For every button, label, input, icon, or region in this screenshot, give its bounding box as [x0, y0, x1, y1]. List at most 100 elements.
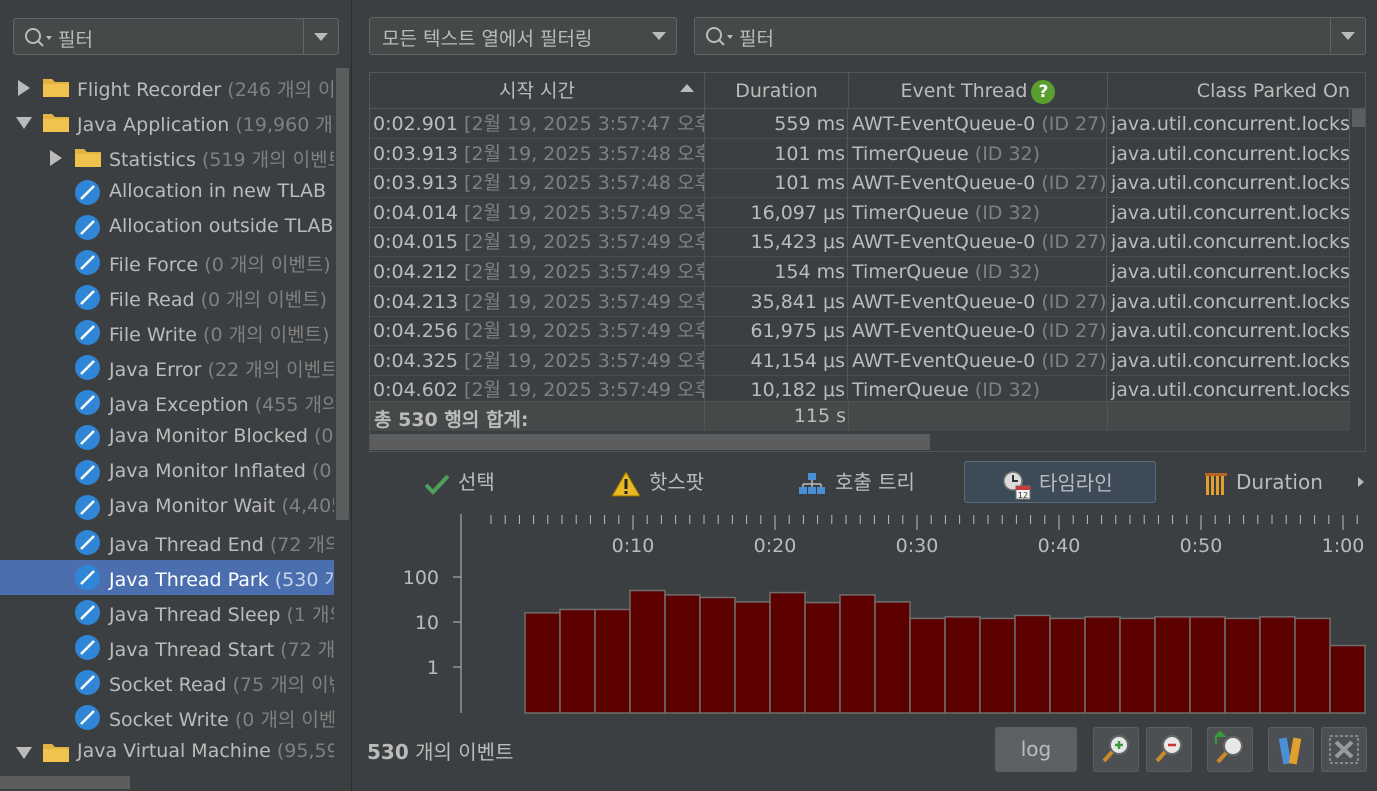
scrollbar-thumb[interactable] [336, 68, 349, 520]
tree-item[interactable]: Java Thread Park (530 개의 이벤트) [0, 560, 334, 595]
select-range-button[interactable] [1268, 727, 1314, 772]
tree-item[interactable]: Flight Recorder (246 개의 이벤트) [0, 70, 334, 105]
cell-event-thread: AWT-EventQueue-0 (ID 27) [849, 345, 1107, 375]
expand-arrow-down-icon[interactable] [16, 747, 32, 759]
filter-mode-value: 모든 텍스트 열에서 필터링 [382, 28, 593, 50]
warning-icon [611, 470, 641, 496]
tab-call-tree[interactable]: 호출 트리 [797, 461, 915, 503]
histogram-bar[interactable] [1329, 644, 1366, 714]
log-scale-toggle-button[interactable]: log [995, 727, 1077, 772]
histogram-bar[interactable] [1014, 614, 1051, 714]
tree-item[interactable]: Java Monitor Inflated (0 [0, 455, 334, 490]
histogram-bar[interactable] [559, 608, 596, 714]
histogram-bar[interactable] [874, 601, 911, 714]
histogram-bar[interactable] [909, 617, 946, 714]
tree-item[interactable]: Java Thread End (72 개의 이벤트) [0, 525, 334, 560]
expand-arrow-down-icon[interactable] [16, 117, 32, 129]
tree-item-label: Allocation outside TLAB [109, 215, 334, 237]
expand-arrow-right-icon[interactable] [18, 80, 30, 96]
tree-horizontal-scrollbar[interactable] [0, 774, 334, 791]
tree-item-label: Java Application (19,960 개의 이벤트) [77, 114, 334, 136]
histogram-bar[interactable] [1119, 617, 1156, 714]
tab-selection[interactable]: 선택 [424, 461, 495, 503]
histogram-bar[interactable] [839, 594, 876, 714]
histogram-bar[interactable] [944, 616, 981, 714]
table-filter-dropdown-button[interactable] [1330, 18, 1365, 53]
table-row[interactable]: 0:02.901 [2월 19, 2025 3:57:47 오후] 559 ms A… [370, 109, 1350, 139]
chevron-right-icon[interactable] [1358, 477, 1364, 487]
column-header-class-parked-on[interactable]: Class Parked On [1108, 73, 1350, 109]
histogram-bar[interactable] [629, 589, 666, 714]
histogram-bar[interactable] [664, 594, 701, 714]
tree-item[interactable]: Java Virtual Machine (95,597 [0, 735, 334, 770]
tree-item[interactable]: Allocation outside TLAB [0, 210, 334, 245]
table-row[interactable]: 0:04.015 [2월 19, 2025 3:57:49 오후] 15,423 … [370, 227, 1350, 258]
tree-item[interactable]: Java Monitor Blocked (0 [0, 420, 334, 455]
zoom-out-icon [1155, 735, 1182, 763]
histogram-bar[interactable] [979, 617, 1016, 714]
timeline-histogram[interactable]: 0:10 0:20 0:30 0:40 0:50 1:00 100 10 1 [369, 510, 1369, 715]
table-row[interactable]: 0:03.913 [2월 19, 2025 3:57:48 오후] 101 ms T… [370, 138, 1350, 169]
table-row[interactable]: 0:04.014 [2월 19, 2025 3:57:49 오후] 16,097 … [370, 197, 1350, 228]
histogram-bar[interactable] [1084, 616, 1121, 714]
table-row[interactable]: 0:04.325 [2월 19, 2025 3:57:49 오후] 41,154 … [370, 345, 1350, 376]
table-row[interactable]: 0:04.212 [2월 19, 2025 3:57:49 오후] 154 ms T… [370, 257, 1350, 287]
histogram-bar[interactable] [1294, 617, 1331, 714]
clear-selection-button[interactable] [1321, 727, 1367, 772]
column-header-event-thread[interactable]: Event Thread? [849, 73, 1108, 109]
tree-item[interactable]: Java Thread Sleep (1 개의 이벤트) [0, 595, 334, 630]
event-type-icon [75, 355, 100, 380]
tree-item[interactable]: Socket Read (75 개의 이벤트) [0, 665, 334, 700]
histogram-bar[interactable] [524, 612, 561, 714]
tree-item[interactable]: Java Exception (455 개의 이벤트) [0, 385, 334, 420]
histogram-bar[interactable] [804, 601, 841, 714]
tree-item[interactable]: Allocation in new TLAB ( [0, 175, 334, 210]
scrollbar-thumb[interactable] [370, 434, 930, 450]
cell-start-time: 0:03.913 [2월 19, 2025 3:57:48 오후] [373, 168, 705, 198]
tree-item[interactable]: File Write (0 개의 이벤트) [0, 315, 334, 350]
tab-duration[interactable]: Duration [1204, 461, 1323, 503]
tree-filter-field[interactable]: 필터 [13, 18, 339, 55]
histogram-bar[interactable] [1259, 616, 1296, 714]
tree-item[interactable]: Java Application (19,960 개의 이벤트) [0, 105, 334, 140]
filter-mode-dropdown[interactable]: 모든 텍스트 열에서 필터링 [369, 17, 677, 55]
tree-filter-dropdown-button[interactable] [303, 19, 338, 54]
tree-item[interactable]: Statistics (519 개의 이벤트) [0, 140, 334, 175]
tab-hotspots[interactable]: 핫스팟 [611, 461, 704, 503]
tree-item[interactable]: Socket Write (0 개의 이벤트) [0, 700, 334, 735]
help-icon[interactable]: ? [1031, 79, 1056, 104]
histogram-bar[interactable] [1189, 616, 1226, 714]
histogram-bar[interactable] [734, 601, 771, 714]
x-tick-label: 0:50 [1180, 535, 1223, 557]
zoom-out-button[interactable] [1146, 727, 1192, 772]
cell-duration: 61,975 μs [705, 316, 848, 346]
table-row[interactable]: 0:04.213 [2월 19, 2025 3:57:49 오후] 35,841 … [370, 286, 1350, 317]
tree-filter-placeholder: 필터 [58, 29, 93, 51]
zoom-in-button[interactable] [1093, 727, 1139, 772]
table-row[interactable]: 0:03.913 [2월 19, 2025 3:57:48 오후] 101 ms A… [370, 168, 1350, 199]
histogram-bar[interactable] [1154, 616, 1191, 714]
tree-item[interactable]: File Read (0 개의 이벤트) [0, 280, 334, 315]
histogram-bar[interactable] [769, 591, 806, 714]
column-header-duration[interactable]: Duration [705, 73, 849, 109]
histogram-bar[interactable] [1224, 617, 1261, 714]
tree-item[interactable]: Java Error (22 개의 이벤트) [0, 350, 334, 385]
scrollbar-thumb[interactable] [0, 776, 130, 789]
histogram-bar[interactable] [1049, 617, 1086, 714]
table-filter-field[interactable]: 필터 [694, 17, 1366, 55]
tree-item[interactable]: File Force (0 개의 이벤트) [0, 245, 334, 280]
tree-item[interactable]: Java Monitor Wait (4,405 [0, 490, 334, 525]
table-row[interactable]: 0:04.256 [2월 19, 2025 3:57:49 오후] 61,975 … [370, 316, 1350, 347]
histogram-bar[interactable] [594, 608, 631, 714]
expand-arrow-right-icon[interactable] [50, 150, 62, 166]
histogram-bar[interactable] [699, 596, 736, 714]
table-horizontal-scrollbar[interactable] [370, 431, 1365, 451]
zoom-to-selection-button[interactable] [1207, 727, 1253, 772]
column-header-start-time[interactable]: 시작 시간 [370, 73, 705, 109]
cell-class-parked-on: java.util.concurrent.locks.A [1108, 257, 1350, 286]
tab-timeline[interactable]: 12 타임라인 [964, 461, 1156, 503]
table-vertical-scrollbar[interactable] [1350, 109, 1365, 399]
tree-vertical-scrollbar[interactable] [334, 68, 351, 774]
scrollbar-thumb[interactable] [1352, 109, 1365, 127]
tree-item[interactable]: Java Thread Start (72 개의 이벤트) [0, 630, 334, 665]
